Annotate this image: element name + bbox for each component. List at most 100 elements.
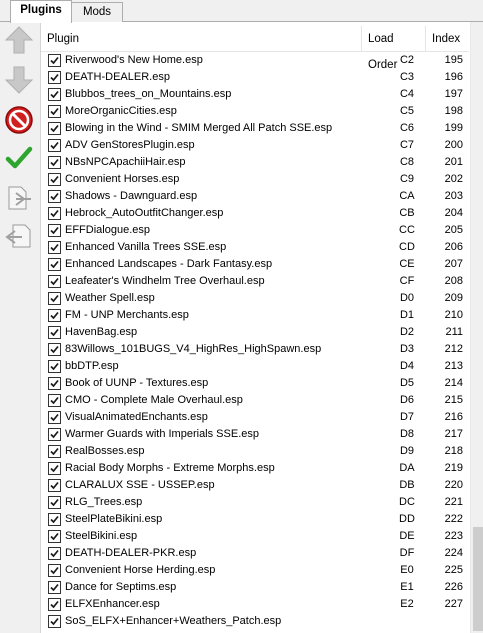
plugin-load-order: C9 <box>399 173 415 185</box>
plugin-row[interactable]: FM - UNP Merchants.esp D1 210 <box>41 307 469 324</box>
plugin-row[interactable]: Blowing in the Wind - SMIM Merged All Pa… <box>41 120 469 137</box>
plugin-row[interactable]: Warmer Guards with Imperials SSE.esp D8 21… <box>41 426 469 443</box>
plugin-row[interactable]: Enhanced Landscapes - Dark Fantasy.esp CE… <box>41 256 469 273</box>
plugin-enabled-checkbox[interactable] <box>48 615 61 628</box>
plugin-enabled-checkbox[interactable] <box>48 105 61 118</box>
plugin-index: 219 <box>444 462 463 474</box>
plugin-enabled-checkbox[interactable] <box>48 462 61 475</box>
plugin-row[interactable]: Riverwood's New Home.esp C2 195 <box>41 52 469 69</box>
plugin-enabled-checkbox[interactable] <box>48 326 61 339</box>
plugin-name: SteelBikini.esp <box>65 530 138 542</box>
plugin-enabled-checkbox[interactable] <box>48 445 61 458</box>
plugin-enabled-checkbox[interactable] <box>48 530 61 543</box>
plugin-row[interactable]: Dance for Septims.esp E1 226 <box>41 579 469 596</box>
plugin-enabled-checkbox[interactable] <box>48 360 61 373</box>
plugin-row[interactable]: Weather Spell.esp D0 209 <box>41 290 469 307</box>
plugin-row[interactable]: 83Willows_101BUGS_V4_HighRes_HighSpawn.e… <box>41 341 469 358</box>
plugin-load-order: CC <box>399 224 415 236</box>
plugin-row[interactable]: Shadows - Dawnguard.esp CA 203 <box>41 188 469 205</box>
plugin-row[interactable]: MoreOrganicCities.esp C5 198 <box>41 103 469 120</box>
column-header-index[interactable]: Index <box>425 26 469 52</box>
plugin-index: 215 <box>444 394 463 406</box>
plugin-enabled-checkbox[interactable] <box>48 207 61 220</box>
plugin-row[interactable]: ADV GenStoresPlugin.esp C7 200 <box>41 137 469 154</box>
plugin-enabled-checkbox[interactable] <box>48 598 61 611</box>
plugin-row[interactable]: SoS_ELFX+Enhancer+Weathers_Patch.esp <box>41 613 469 630</box>
plugin-row[interactable]: Blubbos_trees_on_Mountains.esp C4 197 <box>41 86 469 103</box>
plugin-enabled-checkbox[interactable] <box>48 275 61 288</box>
move-down-button[interactable] <box>3 64 35 96</box>
plugin-load-order: DD <box>399 513 415 525</box>
move-up-button[interactable] <box>3 24 35 56</box>
plugin-enabled-checkbox[interactable] <box>48 122 61 135</box>
column-header-plugin[interactable]: Plugin <box>47 26 361 52</box>
plugin-enabled-checkbox[interactable] <box>48 139 61 152</box>
checkbox-check-icon <box>50 90 59 99</box>
plugin-row[interactable]: DEATH-DEALER-PKR.esp DF 224 <box>41 545 469 562</box>
import-button[interactable] <box>3 220 35 252</box>
enable-all-button[interactable] <box>3 142 35 174</box>
plugin-name: RealBosses.esp <box>65 445 145 457</box>
tab-plugins[interactable]: Plugins <box>10 0 72 23</box>
plugin-row[interactable]: Racial Body Morphs - Extreme Morphs.esp D… <box>41 460 469 477</box>
plugin-enabled-checkbox[interactable] <box>48 54 61 67</box>
plugin-enabled-checkbox[interactable] <box>48 513 61 526</box>
plugin-row[interactable]: ELFXEnhancer.esp E2 227 <box>41 596 469 613</box>
plugin-enabled-checkbox[interactable] <box>48 496 61 509</box>
plugin-enabled-checkbox[interactable] <box>48 547 61 560</box>
export-button[interactable] <box>3 182 35 214</box>
plugin-row[interactable]: SteelPlateBikini.esp DD 222 <box>41 511 469 528</box>
plugin-row[interactable]: NBsNPCApachiiHair.esp C8 201 <box>41 154 469 171</box>
plugin-row[interactable]: RLG_Trees.esp DC 221 <box>41 494 469 511</box>
plugin-name: CMO - Complete Male Overhaul.esp <box>65 394 243 406</box>
plugin-index: 207 <box>444 258 463 270</box>
plugin-enabled-checkbox[interactable] <box>48 428 61 441</box>
plugin-enabled-checkbox[interactable] <box>48 564 61 577</box>
plugin-row[interactable]: Enhanced Vanilla Trees SSE.esp CD 206 <box>41 239 469 256</box>
plugin-name: NBsNPCApachiiHair.esp <box>65 156 186 168</box>
plugin-enabled-checkbox[interactable] <box>48 394 61 407</box>
plugin-enabled-checkbox[interactable] <box>48 224 61 237</box>
disable-all-button[interactable] <box>3 104 35 136</box>
plugin-row[interactable]: EFFDialogue.esp CC 205 <box>41 222 469 239</box>
plugin-row[interactable]: bbDTP.esp D4 213 <box>41 358 469 375</box>
plugin-row[interactable]: CLARALUX SSE - USSEP.esp DB 220 <box>41 477 469 494</box>
plugin-enabled-checkbox[interactable] <box>48 173 61 186</box>
plugin-enabled-checkbox[interactable] <box>48 377 61 390</box>
plugin-list[interactable]: Plugin Load Order Index Riverwood's New … <box>40 22 483 633</box>
column-header-load-order[interactable]: Load Order <box>361 26 425 71</box>
plugin-enabled-checkbox[interactable] <box>48 292 61 305</box>
plugin-row[interactable]: SteelBikini.esp DE 223 <box>41 528 469 545</box>
plugin-row[interactable]: Convenient Horse Herding.esp E0 225 <box>41 562 469 579</box>
plugin-enabled-checkbox[interactable] <box>48 581 61 594</box>
plugin-row[interactable]: Book of UUNP - Textures.esp D5 214 <box>41 375 469 392</box>
plugin-row[interactable]: RealBosses.esp D9 218 <box>41 443 469 460</box>
plugin-row[interactable]: Hebrock_AutoOutfitChanger.esp CB 204 <box>41 205 469 222</box>
checkbox-check-icon <box>50 209 59 218</box>
plugin-enabled-checkbox[interactable] <box>48 309 61 322</box>
tab-mods[interactable]: Mods <box>71 2 123 22</box>
scrollbar-thumb[interactable] <box>473 527 483 631</box>
plugin-load-order: D1 <box>399 309 415 321</box>
plugin-enabled-checkbox[interactable] <box>48 411 61 424</box>
plugin-index: 201 <box>444 156 463 168</box>
plugin-row[interactable]: VisualAnimatedEnchants.esp D7 216 <box>41 409 469 426</box>
plugin-enabled-checkbox[interactable] <box>48 190 61 203</box>
plugin-enabled-checkbox[interactable] <box>48 343 61 356</box>
plugin-enabled-checkbox[interactable] <box>48 88 61 101</box>
vertical-scrollbar[interactable] <box>470 22 483 633</box>
plugin-row[interactable]: Leafeater's Windhelm Tree Overhaul.esp CF… <box>41 273 469 290</box>
plugin-row[interactable]: DEATH-DEALER.esp C3 196 <box>41 69 469 86</box>
plugin-enabled-checkbox[interactable] <box>48 258 61 271</box>
plugin-enabled-checkbox[interactable] <box>48 71 61 84</box>
plugin-row[interactable]: CMO - Complete Male Overhaul.esp D6 215 <box>41 392 469 409</box>
plugin-load-order: C8 <box>399 156 415 168</box>
plugin-load-order: DF <box>399 547 415 559</box>
checkbox-check-icon <box>50 243 59 252</box>
plugin-index: 205 <box>444 224 463 236</box>
plugin-enabled-checkbox[interactable] <box>48 241 61 254</box>
plugin-row[interactable]: HavenBag.esp D2 211 <box>41 324 469 341</box>
plugin-enabled-checkbox[interactable] <box>48 156 61 169</box>
plugin-enabled-checkbox[interactable] <box>48 479 61 492</box>
plugin-row[interactable]: Convenient Horses.esp C9 202 <box>41 171 469 188</box>
